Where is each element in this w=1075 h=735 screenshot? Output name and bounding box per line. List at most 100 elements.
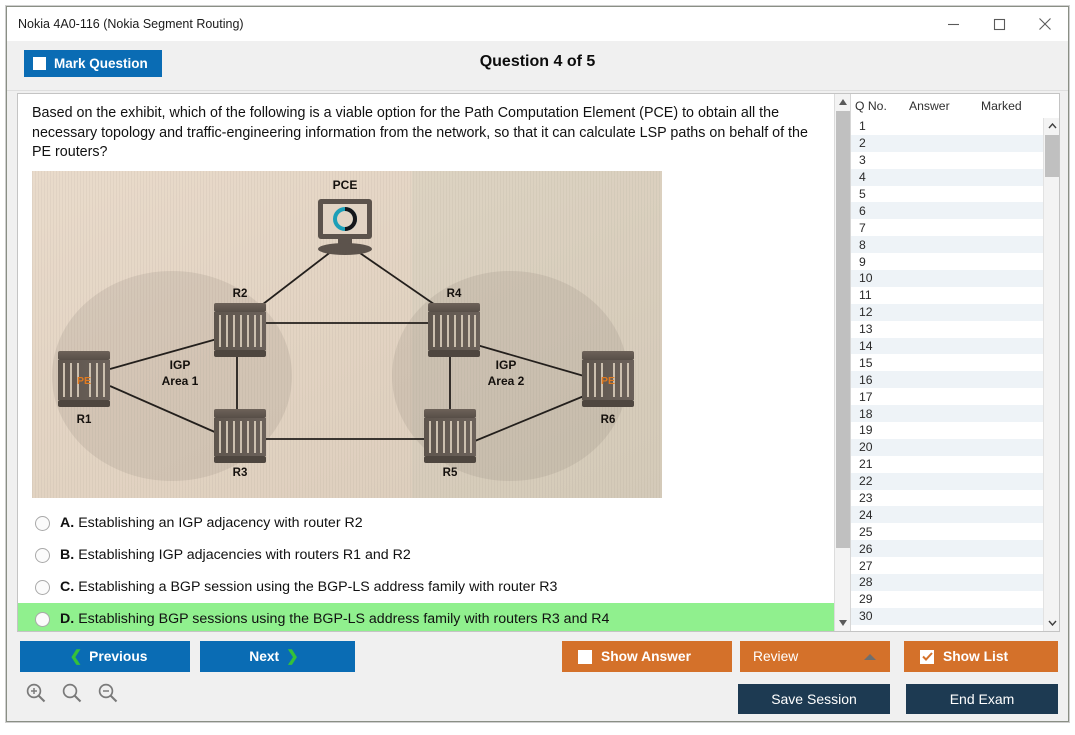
question-list-row[interactable]: 16 <box>851 371 1043 389</box>
question-list-row[interactable]: 29 <box>851 591 1043 608</box>
list-scroll-down-icon[interactable] <box>1044 615 1059 631</box>
answer-option-letter: B. <box>60 547 75 564</box>
svg-text:Area 1: Area 1 <box>162 374 199 388</box>
question-list-qno: 25 <box>859 524 873 539</box>
answer-option-d[interactable]: D. Establishing BGP sessions using the BG… <box>18 603 834 631</box>
question-list-qno: 24 <box>859 507 873 522</box>
svg-text:IGP: IGP <box>170 358 191 372</box>
question-list-row[interactable]: 19 <box>851 422 1043 439</box>
show-answer-checkbox[interactable] <box>578 649 592 664</box>
end-exam-label: End Exam <box>949 691 1015 707</box>
question-list-qno: 8 <box>859 237 866 252</box>
save-session-button[interactable]: Save Session <box>738 684 890 714</box>
window-title: Nokia 4A0-116 (Nokia Segment Routing) <box>18 17 244 31</box>
question-list-qno: 26 <box>859 541 873 556</box>
question-list-row[interactable]: 23 <box>851 490 1043 507</box>
scroll-up-icon[interactable] <box>835 94 851 110</box>
question-list-qno: 22 <box>859 474 873 489</box>
answer-options-list: A. Establishing an IGP adjacency with rou… <box>18 507 834 631</box>
question-list-scrollbar[interactable] <box>1043 118 1059 631</box>
question-list-row[interactable]: 25 <box>851 523 1043 540</box>
question-list-qno: 27 <box>859 558 873 573</box>
question-list-row[interactable]: 9 <box>851 253 1043 270</box>
question-list-row[interactable]: 11 <box>851 287 1043 304</box>
answer-option-text: Establishing an IGP adjacency with route… <box>78 515 363 532</box>
question-list-row[interactable]: 10 <box>851 270 1043 287</box>
review-label: Review <box>753 649 799 664</box>
minimize-icon[interactable] <box>930 7 976 41</box>
question-list-scroll-thumb[interactable] <box>1045 135 1059 177</box>
question-list-row[interactable]: 27 <box>851 557 1043 574</box>
zoom-reset-icon[interactable] <box>61 682 83 704</box>
answer-option-radio[interactable] <box>35 515 50 531</box>
svg-text:R5: R5 <box>443 467 458 479</box>
question-list-row[interactable]: 17 <box>851 388 1043 405</box>
answer-option-radio[interactable] <box>35 547 50 563</box>
previous-button[interactable]: ❮ Previous <box>20 641 190 672</box>
question-list-row[interactable]: 18 <box>851 405 1043 423</box>
question-list-qno: 13 <box>859 322 873 337</box>
review-dropdown[interactable]: Review <box>740 641 890 672</box>
chevron-up-icon <box>864 653 876 660</box>
question-list-row[interactable]: 14 <box>851 337 1043 355</box>
show-list-checkbox[interactable] <box>920 649 934 664</box>
question-list-row[interactable]: 4 <box>851 168 1043 186</box>
question-list-row[interactable]: 3 <box>851 152 1043 169</box>
question-list-qno: 29 <box>859 592 873 607</box>
question-list-row[interactable]: 8 <box>851 236 1043 254</box>
question-list-row[interactable]: 24 <box>851 506 1043 524</box>
answer-option-radio[interactable] <box>35 611 50 627</box>
question-list-qno: 15 <box>859 355 873 370</box>
question-list-row[interactable]: 30 <box>851 607 1043 625</box>
question-list-qno: 9 <box>859 254 866 269</box>
question-pane-scrollbar[interactable] <box>834 94 850 631</box>
show-answer-button[interactable]: Show Answer <box>562 641 732 672</box>
window-controls <box>930 7 1068 41</box>
question-list-qno: 3 <box>859 153 866 168</box>
question-list-row[interactable]: 26 <box>851 540 1043 558</box>
question-pane: Based on the exhibit, which of the follo… <box>18 94 834 631</box>
show-list-label: Show List <box>943 649 1009 664</box>
question-list-row[interactable]: 7 <box>851 219 1043 236</box>
maximize-icon[interactable] <box>976 7 1022 41</box>
svg-text:PCE: PCE <box>333 178 358 192</box>
svg-text:R2: R2 <box>233 288 248 300</box>
question-list-row[interactable]: 5 <box>851 186 1043 203</box>
footer-toolbar: ❮ Previous Next ❯ Show Answer Review Sho… <box>7 632 1068 721</box>
zoom-out-icon[interactable] <box>97 682 119 704</box>
question-list-row[interactable]: 20 <box>851 438 1043 456</box>
list-scroll-up-icon[interactable] <box>1044 118 1059 134</box>
title-bar: Nokia 4A0-116 (Nokia Segment Routing) <box>7 7 1068 41</box>
answer-option-letter: A. <box>60 515 75 532</box>
question-list-qno: 17 <box>859 389 873 404</box>
question-list-row[interactable]: 28 <box>851 574 1043 591</box>
chevron-left-icon: ❮ <box>69 648 83 665</box>
answer-option-b[interactable]: B. Establishing IGP adjacencies with rout… <box>18 539 834 571</box>
next-label: Next <box>249 649 280 664</box>
question-list-qno: 6 <box>859 203 866 218</box>
question-list-row[interactable]: 15 <box>851 354 1043 371</box>
next-button[interactable]: Next ❯ <box>200 641 355 672</box>
close-icon[interactable] <box>1022 7 1068 41</box>
question-list-row[interactable]: 1 <box>851 118 1043 135</box>
exhibit-image[interactable]: PCE R2 R3 R4 R5 PE R1 PE R6 IGP Area 1 I… <box>32 171 662 499</box>
answer-option-radio[interactable] <box>35 579 50 595</box>
header-bar: Mark Question Question 4 of 5 <box>7 41 1068 91</box>
question-list-qno: 10 <box>859 271 873 286</box>
question-list-row[interactable]: 21 <box>851 456 1043 473</box>
question-list-row[interactable]: 12 <box>851 303 1043 321</box>
question-list-row[interactable]: 2 <box>851 134 1043 152</box>
scroll-down-icon[interactable] <box>835 615 851 631</box>
answer-option-c[interactable]: C. Establishing a BGP session using the B… <box>18 571 834 603</box>
exam-application-window: Nokia 4A0-116 (Nokia Segment Routing) Ma… <box>6 6 1069 722</box>
question-list-row[interactable]: 22 <box>851 472 1043 490</box>
question-list-qno: 23 <box>859 491 873 506</box>
question-list-qno: 18 <box>859 406 873 421</box>
question-list-row[interactable]: 6 <box>851 202 1043 220</box>
question-list-row[interactable]: 13 <box>851 321 1043 338</box>
show-list-button[interactable]: Show List <box>904 641 1058 672</box>
end-exam-button[interactable]: End Exam <box>906 684 1058 714</box>
question-pane-scroll-thumb[interactable] <box>836 111 850 548</box>
zoom-in-icon[interactable] <box>25 682 47 704</box>
answer-option-a[interactable]: A. Establishing an IGP adjacency with rou… <box>18 507 834 539</box>
